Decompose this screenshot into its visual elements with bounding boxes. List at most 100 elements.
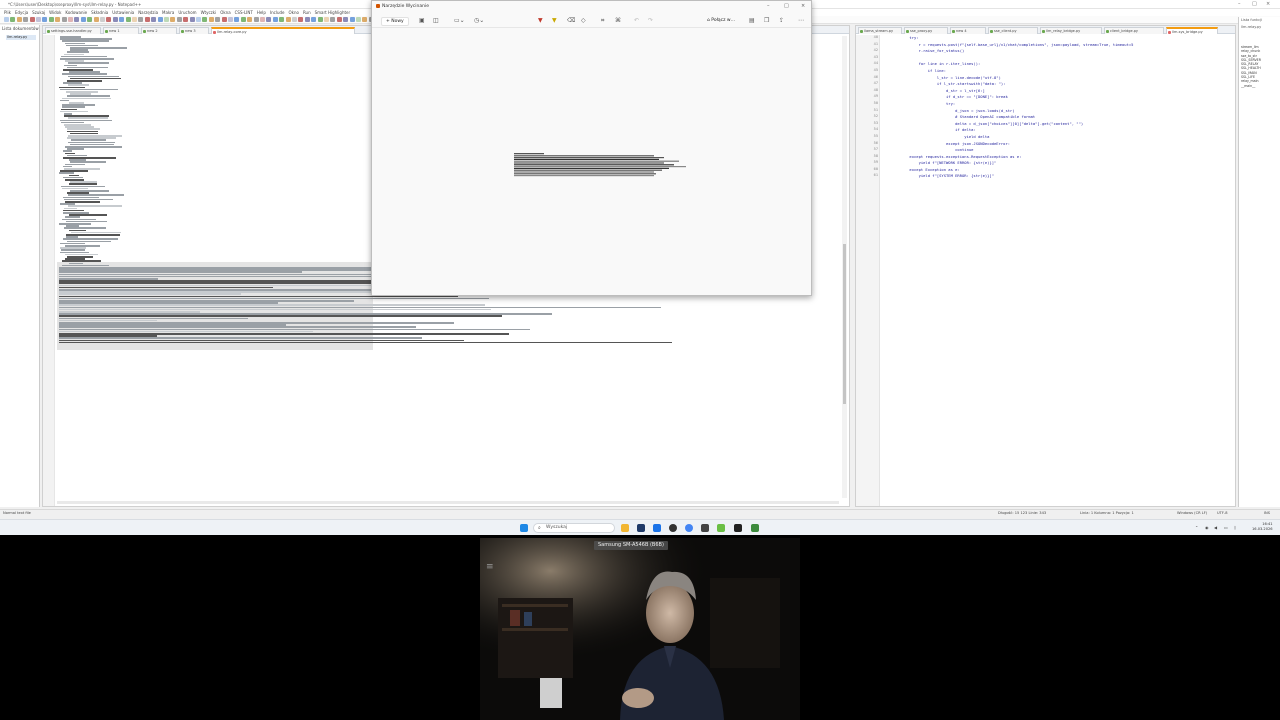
menu-item[interactable]: CSS-LINT [235, 9, 253, 16]
editor-tab[interactable]: llm-sys_bridge.py [1166, 27, 1218, 34]
file-explorer-icon[interactable] [621, 524, 629, 532]
hamburger-menu-icon[interactable]: ≡ [486, 563, 494, 572]
network-icon[interactable]: ◉ [1205, 525, 1209, 530]
tray-chevron-icon[interactable]: ⌃ [1195, 525, 1198, 530]
toolbar-button-icon[interactable] [144, 17, 150, 22]
menu-item[interactable]: Edycja [15, 9, 28, 16]
toolbar-button-icon[interactable] [311, 17, 317, 22]
crop-icon[interactable]: ⌗ [601, 18, 604, 24]
github-icon[interactable] [669, 524, 677, 532]
editor-tab[interactable]: settings-sse-handler.py [45, 27, 101, 34]
toolbar-button-icon[interactable] [285, 17, 291, 22]
snip-mode-icon[interactable]: ▣ [419, 18, 425, 24]
toolbar-button-icon[interactable] [298, 17, 304, 22]
toolbar-button-icon[interactable] [36, 17, 41, 22]
menu-item[interactable]: Wtyczki [201, 9, 217, 16]
toolbar-button-icon[interactable] [266, 17, 272, 22]
taskbar-search[interactable]: ⌕ Wyszukaj [533, 523, 615, 533]
maximize-icon[interactable]: □ [784, 3, 789, 9]
editor-tab[interactable]: llm-relay-core.py [211, 27, 355, 34]
editor-view-right[interactable]: llama_stream.py sse_proxy.py new 4 sse_clie… [855, 25, 1236, 507]
start-icon[interactable] [520, 524, 528, 532]
save-icon[interactable]: ▤ [749, 18, 755, 24]
function-list-item[interactable]: relay_chunk [1241, 49, 1261, 53]
rectangle-mode-icon[interactable]: ▭⌄ [454, 18, 465, 24]
toolbar-button-icon[interactable] [151, 17, 157, 22]
toolbar-button-icon[interactable] [164, 17, 169, 22]
toolbar-button-icon[interactable] [279, 17, 285, 22]
toolbar-button-icon[interactable] [125, 17, 131, 22]
scrollbar-thumb[interactable] [843, 244, 846, 404]
menu-item[interactable]: Kodowanie [65, 9, 87, 16]
taskbar-app-icon[interactable] [637, 524, 645, 532]
close-icon[interactable]: × [1266, 1, 1270, 7]
toolbar-button-icon[interactable] [132, 17, 137, 22]
bell-icon[interactable]: ◊ [1234, 525, 1236, 530]
toolbar-button-icon[interactable] [221, 17, 227, 22]
toolbar-button-icon[interactable] [247, 17, 253, 22]
toolbar-button-icon[interactable] [336, 17, 342, 22]
eraser-icon[interactable]: ⌫ [567, 18, 575, 24]
toolbar-button-icon[interactable] [100, 17, 105, 22]
toolbar-button-icon[interactable] [138, 17, 144, 22]
menu-item[interactable]: Szukaj [32, 9, 45, 16]
menu-item[interactable]: Składnia [91, 9, 108, 16]
share-button[interactable]: ⌂ Połącz w… [707, 18, 735, 23]
code-content-right[interactable]: try: r = requests.post(f"{self.base_url}… [882, 35, 1235, 180]
editor-tab[interactable]: new 4 [950, 27, 986, 34]
toolbar-button-icon[interactable] [16, 17, 22, 22]
menu-item[interactable]: Widok [49, 9, 61, 16]
toolbar-button-icon[interactable] [176, 17, 182, 22]
toolbar-button-icon[interactable] [260, 17, 265, 22]
toolbar-button-icon[interactable] [112, 17, 118, 22]
toolbar-button-icon[interactable] [362, 17, 368, 22]
toolbar-button-icon[interactable] [349, 17, 355, 22]
editor-tab[interactable]: llm_relay_bridge.py [1040, 27, 1102, 34]
toolbar-button-icon[interactable] [183, 17, 189, 22]
share-icon[interactable]: ⇪ [779, 18, 784, 24]
toolbar-button-icon[interactable] [4, 17, 9, 22]
more-options-icon[interactable]: ⋯ [798, 18, 804, 24]
ruler-icon[interactable]: ◇ [581, 18, 586, 24]
command-prompt-icon[interactable] [734, 524, 742, 532]
toolbar-button-icon[interactable] [48, 17, 54, 22]
toolbar-button-icon[interactable] [202, 17, 208, 22]
toolbar-button-icon[interactable] [234, 17, 240, 22]
battery-icon[interactable]: ▭ [1224, 525, 1228, 530]
menu-item[interactable]: Smart Highlighter [315, 9, 351, 16]
copy-icon[interactable]: ❐ [764, 18, 769, 24]
editor-tab[interactable]: new 1 [103, 27, 139, 34]
toolbar-button-icon[interactable] [196, 17, 201, 22]
toolbar-button-icon[interactable] [157, 17, 163, 22]
toolbar-button-icon[interactable] [292, 17, 297, 22]
pen-icon[interactable]: ▼ [538, 18, 543, 24]
toolbar-button-icon[interactable] [272, 17, 278, 22]
menu-item[interactable]: Help [257, 9, 266, 16]
snipping-tool-taskbar-icon[interactable] [751, 524, 759, 532]
menu-item[interactable]: Narzędzia [138, 9, 158, 16]
function-list-item[interactable]: __main__ [1241, 84, 1261, 88]
video-mode-icon[interactable]: ◫ [433, 18, 439, 24]
chrome-icon[interactable] [685, 524, 693, 532]
menu-item[interactable]: Include [270, 9, 285, 16]
toolbar-button-icon[interactable] [324, 17, 329, 22]
editor-tab[interactable]: client_bridge.py [1104, 27, 1164, 34]
notepad-plus-plus-icon[interactable] [717, 524, 725, 532]
toolbar-button-icon[interactable] [61, 17, 67, 22]
vertical-scrollbar[interactable] [842, 36, 847, 498]
toolbar-button-icon[interactable] [29, 17, 35, 22]
horizontal-scrollbar[interactable] [57, 501, 839, 504]
toolbar-button-icon[interactable] [317, 17, 323, 22]
toolbar-button-icon[interactable] [208, 17, 214, 22]
toolbar-button-icon[interactable] [356, 17, 361, 22]
timer-icon[interactable]: ◷⌄ [474, 18, 484, 24]
volume-icon[interactable]: ◀ [1214, 525, 1217, 530]
text-actions-icon[interactable]: ⌘ [615, 18, 621, 24]
toolbar-button-icon[interactable] [87, 17, 93, 22]
toolbar-button-icon[interactable] [55, 17, 61, 22]
toolbar-button-icon[interactable] [240, 17, 246, 22]
editor-tab[interactable]: sse_client.py [988, 27, 1038, 34]
browser-icon[interactable] [653, 524, 661, 532]
toolbar-button-icon[interactable] [119, 17, 125, 22]
highlighter-icon[interactable]: ▼ [552, 18, 557, 24]
